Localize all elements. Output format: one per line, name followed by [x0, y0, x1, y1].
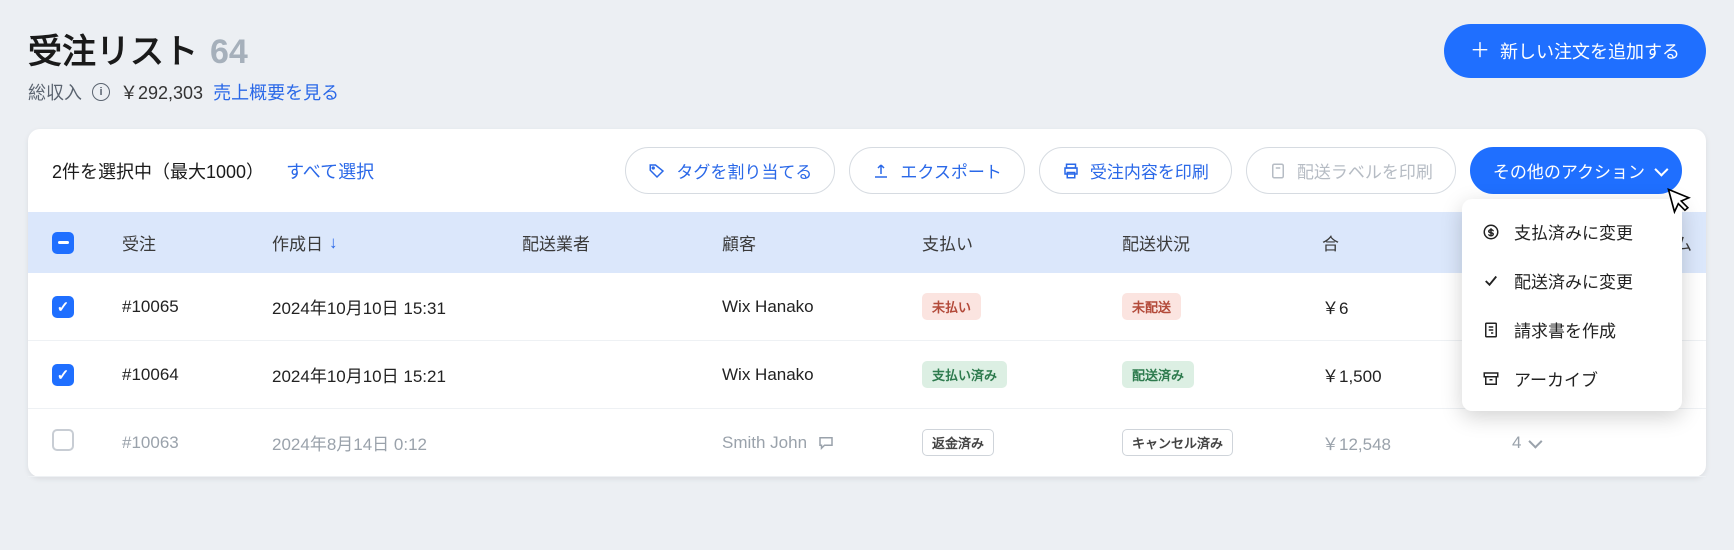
menu-create-invoice[interactable]: 請求書を作成: [1462, 305, 1682, 354]
menu-create-invoice-label: 請求書を作成: [1514, 317, 1616, 342]
row-checkbox[interactable]: [52, 364, 74, 386]
archive-icon: [1482, 370, 1500, 388]
order-number: #10065: [122, 297, 272, 317]
customer-name: Wix Hanako: [722, 365, 922, 385]
assign-tag-button[interactable]: タグを割り当てる: [625, 147, 835, 194]
table-row[interactable]: #100632024年8月14日 0:12 Smith John 返金済み キャンセ…: [28, 409, 1706, 477]
print-orders-button[interactable]: 受注内容を印刷: [1039, 147, 1232, 194]
order-number: #10064: [122, 365, 272, 385]
col-customer[interactable]: 顧客: [722, 230, 922, 255]
order-total: ￥12,548: [1322, 430, 1512, 455]
select-all-link[interactable]: すべて選択: [286, 158, 374, 184]
menu-mark-paid[interactable]: 支払済みに変更: [1462, 207, 1682, 256]
shipping-badge: キャンセル済み: [1122, 429, 1233, 456]
menu-mark-shipped[interactable]: 配送済みに変更: [1462, 256, 1682, 305]
sort-desc-icon: ↓: [329, 233, 338, 253]
created-date: 2024年10月10日 15:31: [272, 294, 522, 319]
more-actions-button[interactable]: その他のアクション: [1470, 147, 1682, 194]
col-created[interactable]: 作成日 ↓: [272, 230, 522, 255]
upload-icon: [872, 162, 890, 180]
selection-count: 2件を選択中（最大1000）: [52, 158, 264, 184]
shipping-badge: 未配送: [1122, 293, 1181, 320]
menu-archive[interactable]: アーカイブ: [1462, 354, 1682, 403]
print-orders-label: 受注内容を印刷: [1090, 158, 1209, 183]
payment-badge: 返金済み: [922, 429, 994, 456]
row-checkbox[interactable]: [52, 296, 74, 318]
items-expand[interactable]: 4: [1512, 433, 1682, 453]
col-tags[interactable]: タ: [1692, 230, 1734, 255]
customer-name: Smith John: [722, 433, 922, 453]
print-labels-button: 配送ラベルを印刷: [1246, 147, 1456, 194]
menu-mark-shipped-label: 配送済みに変更: [1514, 268, 1633, 293]
row-checkbox[interactable]: [52, 429, 74, 451]
sales-overview-link[interactable]: 売上概要を見る: [213, 79, 339, 105]
tag-icon: [648, 162, 666, 180]
comment-icon: [817, 434, 835, 452]
add-order-label: 新しい注文を追加する: [1500, 38, 1680, 64]
chevron-down-icon: [1654, 162, 1668, 176]
invoice-icon: [1482, 321, 1500, 339]
export-label: エクスポート: [900, 158, 1002, 183]
table-row[interactable]: #100642024年10月10日 15:21 Wix Hanako 支払い済み 配…: [28, 341, 1706, 409]
col-order[interactable]: 受注: [122, 230, 272, 255]
menu-mark-paid-label: 支払済みに変更: [1514, 219, 1633, 244]
col-shipping[interactable]: 配送状況: [1122, 230, 1322, 255]
assign-tag-label: タグを割り当てる: [676, 158, 812, 183]
more-actions-menu: 支払済みに変更 配送済みに変更 請求書を作成 アーカイブ: [1462, 199, 1682, 411]
export-button[interactable]: エクスポート: [849, 147, 1025, 194]
col-shipper[interactable]: 配送業者: [522, 230, 722, 255]
payment-badge: 未払い: [922, 293, 981, 320]
created-date: 2024年10月10日 15:21: [272, 362, 522, 387]
order-number: #10063: [122, 433, 272, 453]
label-icon: [1269, 162, 1287, 180]
created-date: 2024年8月14日 0:12: [272, 430, 522, 455]
col-payment[interactable]: 支払い: [922, 230, 1122, 255]
table-header: 受注 作成日 ↓ 配送業者 顧客 支払い 配送状況 合 ム タ: [28, 212, 1706, 273]
orders-card: 2件を選択中（最大1000） すべて選択 タグを割り当てる エクスポート 受注内…: [28, 129, 1706, 477]
print-icon: [1062, 162, 1080, 180]
info-icon[interactable]: i: [92, 83, 110, 101]
subtitle-label: 総収入: [28, 79, 82, 105]
more-actions-label: その他のアクション: [1493, 158, 1645, 183]
bulk-toolbar: 2件を選択中（最大1000） すべて選択 タグを割り当てる エクスポート 受注内…: [28, 129, 1706, 212]
payment-badge: 支払い済み: [922, 361, 1007, 388]
print-labels-label: 配送ラベルを印刷: [1297, 158, 1433, 183]
check-icon: [1482, 272, 1500, 290]
add-order-button[interactable]: ＋ 新しい注文を追加する: [1444, 24, 1706, 78]
table-row[interactable]: #100652024年10月10日 15:31 Wix Hanako 未払い 未配送…: [28, 273, 1706, 341]
customer-name: Wix Hanako: [722, 297, 922, 317]
page-count: 64: [210, 33, 248, 72]
menu-archive-label: アーカイブ: [1514, 366, 1598, 391]
select-all-checkbox[interactable]: [52, 232, 74, 254]
chevron-down-icon: [1529, 434, 1543, 448]
shipping-badge: 配送済み: [1122, 361, 1194, 388]
page-title: 受注リスト: [28, 24, 198, 73]
dollar-circle-icon: [1482, 223, 1500, 241]
subtitle-amount: ￥292,303: [120, 79, 203, 105]
